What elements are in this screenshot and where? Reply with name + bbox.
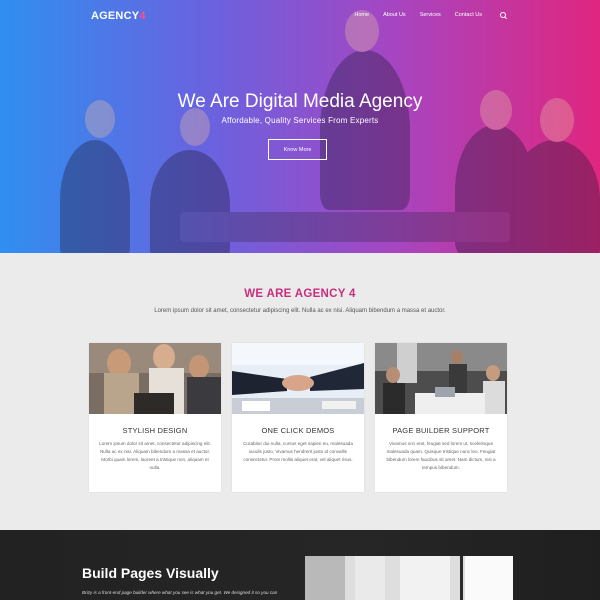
- know-more-button[interactable]: Know More: [268, 139, 327, 160]
- logo-text: AGENCY: [91, 10, 140, 22]
- build-text: Brizy is a front-end page builder where …: [82, 590, 278, 595]
- nav-item-about-us[interactable]: About Us: [383, 12, 406, 18]
- card-text: Curabitur dui nulla, cursus eget sapien …: [243, 441, 353, 462]
- card-title: ONE CLICK DEMOS: [261, 426, 335, 435]
- card-image-team-phones: [89, 343, 221, 414]
- nav-item-services[interactable]: Services: [420, 12, 441, 18]
- hero-subtitle: Affordable, Quality Services From Expert…: [221, 116, 379, 125]
- card-image-handshake: [232, 343, 364, 414]
- hero-section: AGENCY4 Home About Us Services Contact U…: [0, 0, 600, 253]
- feature-cards: STYLISH DESIGN Lorem ipsum dolor sit ame…: [89, 343, 507, 492]
- card-image-meeting: [375, 343, 507, 414]
- about-description: Lorem ipsum dolor sit amet, consectetur …: [154, 308, 446, 314]
- feature-card-one-click-demos: ONE CLICK DEMOS Curabitur dui nulla, cur…: [232, 343, 364, 492]
- build-section-image: [305, 556, 513, 600]
- feature-card-stylish-design: STYLISH DESIGN Lorem ipsum dolor sit ame…: [89, 343, 221, 492]
- card-text: Vivamus orci erat, feugiat sed lorem ut,…: [386, 441, 496, 470]
- hero-background-photo: [0, 0, 600, 253]
- search-icon[interactable]: [500, 12, 506, 18]
- card-title: PAGE BUILDER SUPPORT: [392, 426, 490, 435]
- card-title: STYLISH DESIGN: [122, 426, 188, 435]
- nav-item-contact-us[interactable]: Contact Us: [455, 12, 482, 18]
- build-title: Build Pages Visually: [82, 565, 219, 581]
- site-logo[interactable]: AGENCY4: [91, 10, 146, 22]
- logo-accent: 4: [139, 10, 146, 22]
- feature-card-page-builder-support: PAGE BUILDER SUPPORT Vivamus orci erat, …: [375, 343, 507, 492]
- nav-item-home[interactable]: Home: [354, 12, 369, 18]
- hero-title: We Are Digital Media Agency: [177, 91, 423, 112]
- card-text: Lorem ipsum dolor sit amet, consectetur …: [99, 441, 211, 470]
- about-title: WE ARE AGENCY 4: [244, 288, 356, 300]
- top-navigation: AGENCY4 Home About Us Services Contact U…: [0, 0, 600, 34]
- main-menu: Home About Us Services Contact Us: [354, 12, 506, 18]
